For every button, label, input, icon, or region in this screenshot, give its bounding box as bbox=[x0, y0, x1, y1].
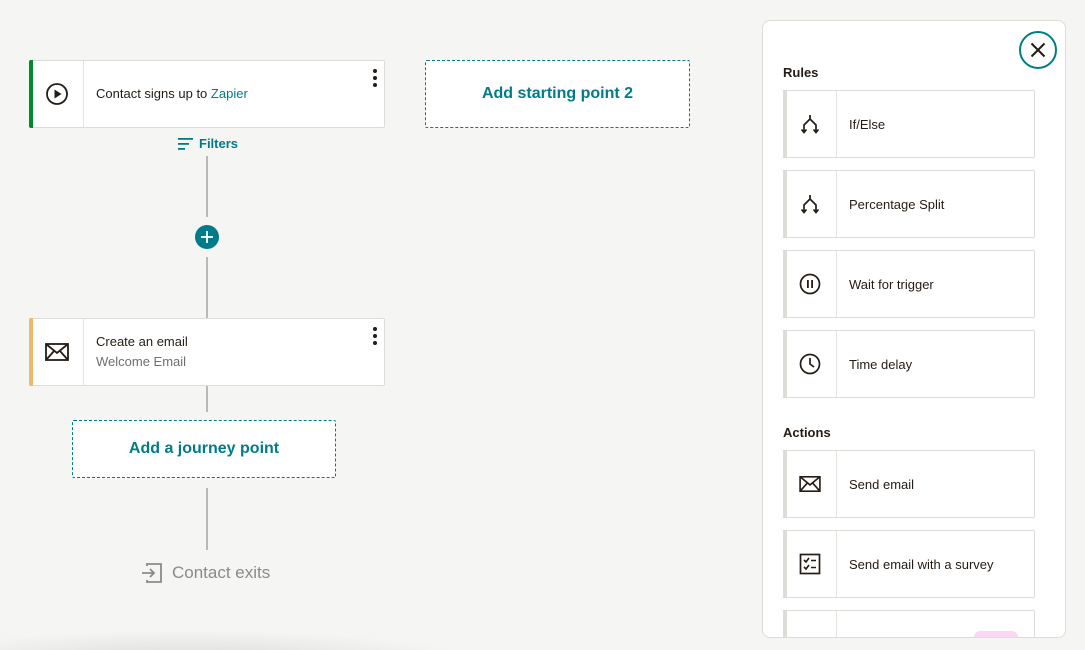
action-label: Send email with a survey bbox=[849, 556, 994, 572]
filter-lines-icon bbox=[178, 137, 193, 150]
email-card-subtitle: Welcome Email bbox=[96, 354, 187, 369]
exit-icon bbox=[142, 563, 162, 583]
close-panel-button[interactable] bbox=[1019, 31, 1057, 69]
play-circle-icon bbox=[45, 83, 68, 105]
clock-icon bbox=[799, 353, 821, 375]
email-icon-cell bbox=[30, 319, 84, 385]
email-card-accent bbox=[29, 318, 33, 386]
rule-time-delay[interactable]: Time delay bbox=[783, 330, 1035, 398]
rule-wait-for-trigger[interactable]: Wait for trigger bbox=[783, 250, 1035, 318]
add-starting-point-button[interactable]: Add starting point 2 bbox=[425, 60, 690, 128]
filters-label: Filters bbox=[199, 136, 239, 151]
close-icon bbox=[1030, 42, 1046, 58]
plus-icon bbox=[201, 231, 213, 243]
rule-label: Wait for trigger bbox=[849, 276, 934, 292]
contact-exits: Contact exits bbox=[141, 562, 270, 584]
trigger-link[interactable]: Zapier bbox=[211, 86, 248, 101]
email-card[interactable]: Create an email Welcome Email bbox=[29, 318, 385, 386]
rule-if-else[interactable]: If/Else bbox=[783, 90, 1035, 158]
rules-heading: Rules bbox=[783, 65, 819, 80]
trigger-icon-cell bbox=[30, 61, 84, 127]
action-partial-item[interactable] bbox=[783, 610, 1035, 638]
envelope-icon bbox=[799, 475, 821, 493]
split-icon bbox=[800, 195, 820, 214]
email-card-title: Create an email bbox=[96, 334, 188, 349]
filters-button[interactable]: Filters bbox=[178, 136, 238, 151]
pause-icon bbox=[799, 273, 821, 295]
bottom-shadow bbox=[0, 630, 470, 650]
trigger-card-body: Contact signs up to Zapier bbox=[84, 84, 248, 104]
connector-line bbox=[206, 488, 208, 550]
branch-icon bbox=[800, 115, 820, 134]
trigger-text: Contact signs up to bbox=[96, 86, 208, 101]
email-card-menu-icon[interactable] bbox=[372, 327, 378, 345]
trigger-card-accent bbox=[29, 60, 33, 128]
add-journey-point-button[interactable]: Add a journey point bbox=[72, 420, 336, 478]
connector-line bbox=[206, 257, 208, 318]
journey-point-panel: Rules If/Else Percentage Split Wait for … bbox=[762, 20, 1066, 638]
trigger-card-menu-icon[interactable] bbox=[372, 69, 378, 87]
tag-icon bbox=[799, 633, 821, 638]
add-step-button[interactable] bbox=[195, 225, 219, 249]
actions-heading: Actions bbox=[783, 425, 831, 440]
envelope-icon bbox=[44, 343, 69, 361]
contact-exits-label: Contact exits bbox=[172, 563, 271, 582]
rule-label: Percentage Split bbox=[849, 196, 945, 212]
action-label: Send email bbox=[849, 476, 915, 492]
action-send-email[interactable]: Send email bbox=[783, 450, 1035, 518]
rule-label: Time delay bbox=[849, 356, 913, 372]
action-send-email-survey[interactable]: Send email with a survey bbox=[783, 530, 1035, 598]
trigger-card[interactable]: Contact signs up to Zapier bbox=[29, 60, 385, 128]
survey-icon bbox=[799, 553, 821, 575]
connector-line bbox=[206, 386, 208, 412]
new-badge bbox=[974, 631, 1018, 637]
email-card-body: Create an email Welcome Email bbox=[84, 332, 188, 372]
rule-percentage-split[interactable]: Percentage Split bbox=[783, 170, 1035, 238]
rule-label: If/Else bbox=[849, 116, 886, 132]
connector-line bbox=[206, 156, 208, 217]
